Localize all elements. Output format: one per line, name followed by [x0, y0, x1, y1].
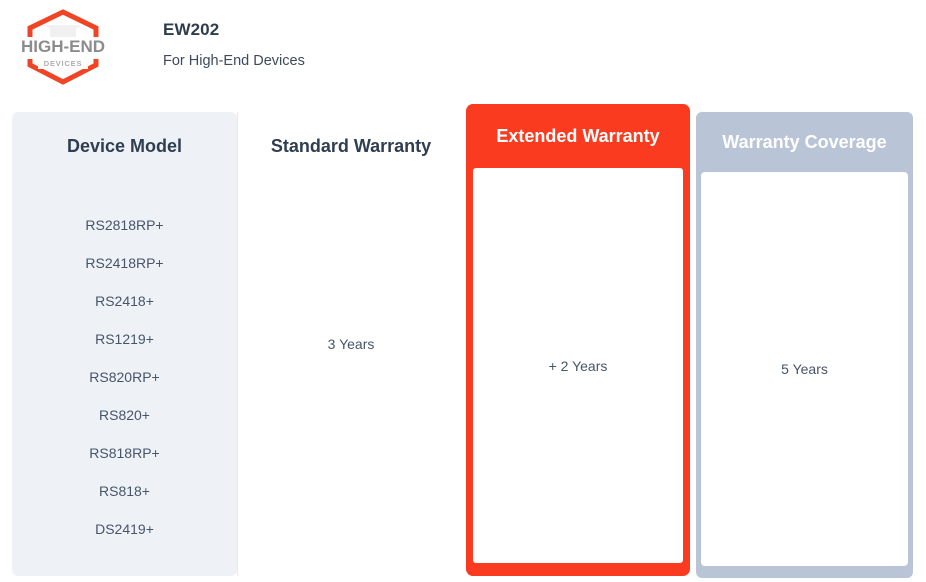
list-item: RS2818RP+ [85, 217, 164, 233]
list-item: RS818RP+ [89, 445, 160, 461]
warranty-coverage-body: 5 Years [701, 172, 908, 566]
logo-primary-text: HIGH-END [21, 37, 105, 56]
list-item: RS818+ [99, 483, 150, 499]
product-code: EW202 [163, 20, 220, 39]
warranty-comparison-table: Device Model RS2818RP+ RS2418RP+ RS2418+… [0, 104, 926, 582]
column-header-extended-warranty: Extended Warranty [496, 125, 660, 146]
column-warranty-coverage: Warranty Coverage 5 Years [696, 112, 913, 578]
column-header-warranty-coverage: Warranty Coverage [722, 131, 887, 152]
column-standard-warranty: Standard Warranty 3 Years [238, 112, 464, 576]
list-item: RS2418+ [95, 293, 154, 309]
extended-warranty-body: + 2 Years [473, 168, 683, 563]
hexagon-logo-icon: HIGH-END DEVICES [21, 9, 105, 85]
list-item: RS1219+ [95, 331, 154, 347]
column-extended-warranty[interactable]: Extended Warranty + 2 Years [466, 104, 690, 576]
device-model-list: RS2818RP+ RS2418RP+ RS2418+ RS1219+ RS82… [12, 180, 237, 548]
product-tagline: For High-End Devices [163, 53, 305, 69]
list-item: RS820+ [99, 407, 150, 423]
header-text-block: EW202 For High-End Devices [163, 20, 305, 70]
column-device-model: Device Model RS2818RP+ RS2418RP+ RS2418+… [12, 112, 237, 576]
page-header: HIGH-END DEVICES EW202 For High-End Devi… [0, 0, 926, 104]
list-item: DS2419+ [95, 521, 154, 537]
logo-secondary-text: DEVICES [44, 59, 83, 68]
value-extended-warranty: + 2 Years [548, 357, 608, 374]
column-header-device-model: Device Model [66, 135, 183, 156]
value-standard-warranty: 3 Years [327, 336, 375, 352]
value-warranty-coverage: 5 Years [781, 361, 828, 377]
high-end-devices-logo: HIGH-END DEVICES [16, 7, 110, 87]
list-item: RS820RP+ [89, 369, 160, 385]
column-header-standard-warranty: Standard Warranty [270, 135, 432, 156]
list-item: RS2418RP+ [85, 255, 164, 271]
